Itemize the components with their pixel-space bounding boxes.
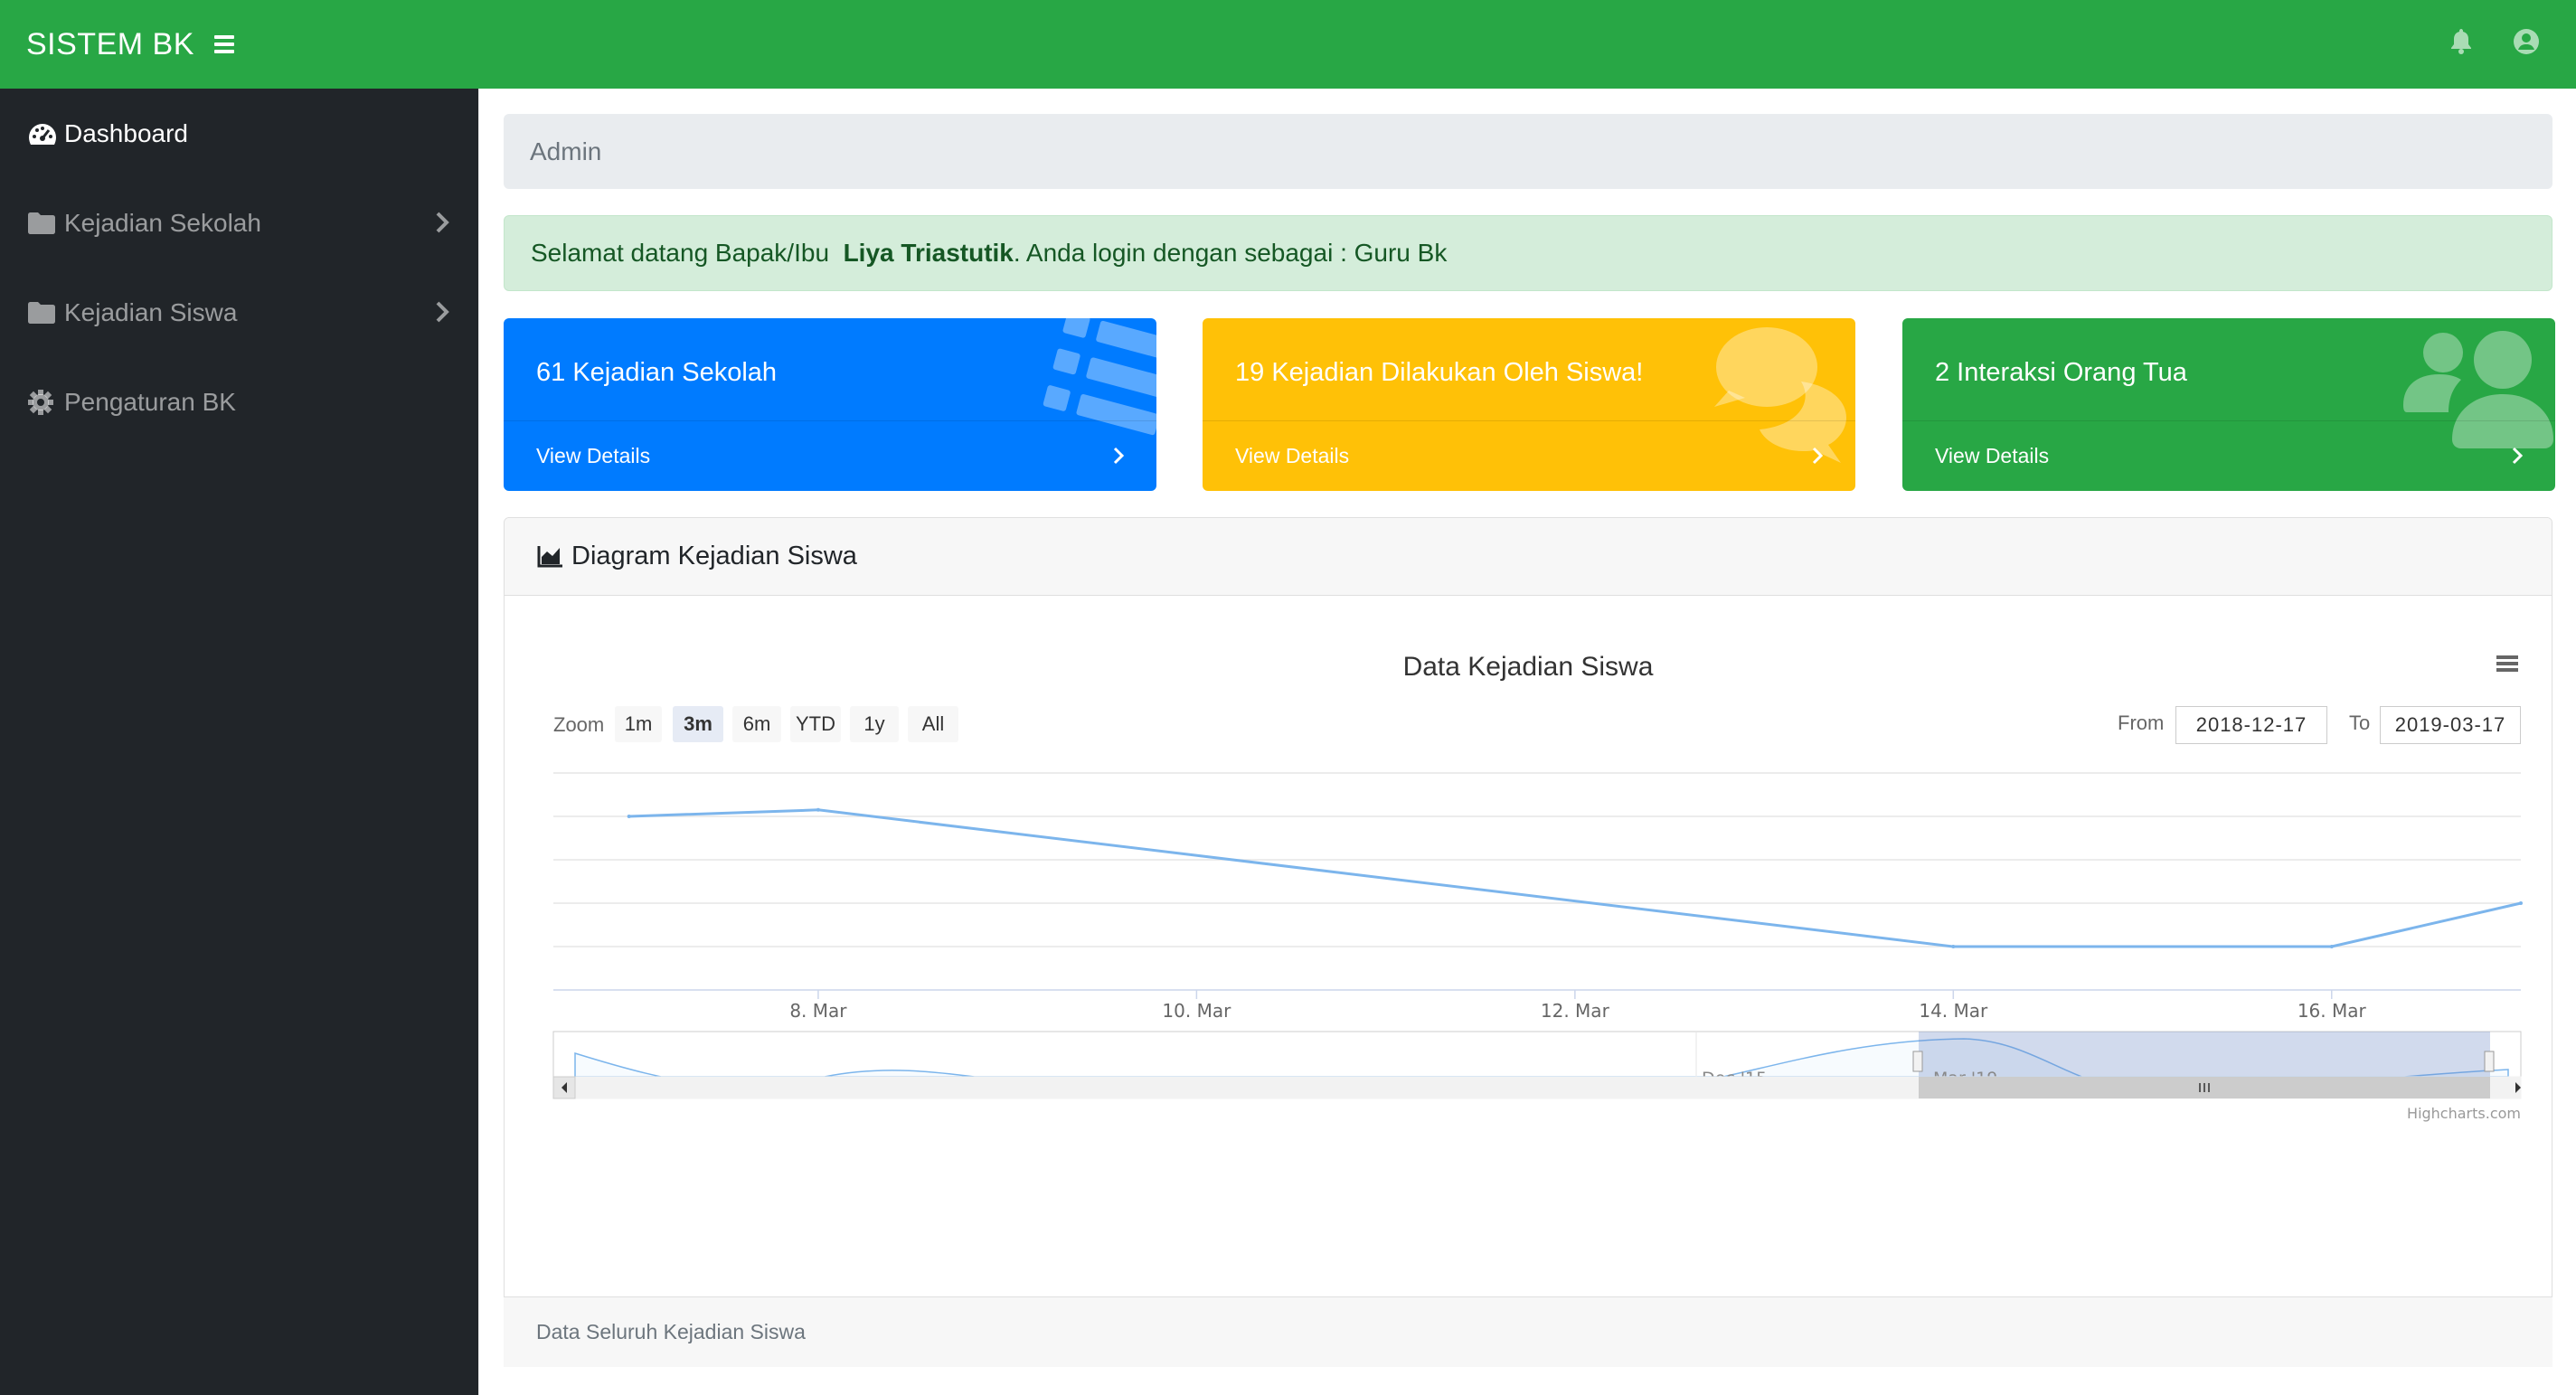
view-details-label: View Details: [536, 444, 651, 467]
area-chart-icon: [537, 545, 564, 569]
series-point: [1951, 945, 1956, 948]
chevron-right-icon: [1812, 447, 1823, 465]
series-line: [628, 808, 2522, 948]
welcome-alert: Selamat datang Bapak/Ibu Liya Triastutik…: [504, 215, 2552, 291]
x-tick-label: 8. Mar: [789, 1000, 847, 1022]
brand-title[interactable]: SISTEM BK: [26, 27, 194, 62]
sidebar-item-kejadian-siswa[interactable]: Kejadian Siswa: [0, 268, 478, 357]
chart-panel: Diagram Kejadian Siswa Data Kejadian Sis…: [504, 517, 2552, 1367]
to-date-input[interactable]: 2019-03-17: [2380, 706, 2521, 744]
alert-suffix: . Anda login dengan sebagai : Guru Bk: [1013, 239, 1448, 267]
chevron-right-icon: [1113, 447, 1124, 465]
panel-footer-wrap: Data Seluruh Kejadian Siswa: [504, 1296, 2552, 1367]
navigator-left-handle[interactable]: [1912, 1051, 1923, 1072]
to-label: To: [2349, 712, 2371, 734]
zoom-1m-button[interactable]: 1m: [615, 706, 662, 742]
chart-title: Data Kejadian Siswa: [1402, 652, 1654, 682]
credits-link[interactable]: Highcharts.com: [2407, 1105, 2521, 1122]
x-tick-label: 14. Mar: [1919, 1000, 1988, 1022]
zoom-ytd-button[interactable]: YTD: [790, 706, 841, 742]
export-menu-icon[interactable]: [2496, 652, 2519, 675]
sidebar-item-kejadian-sekolah[interactable]: Kejadian Sekolah: [0, 178, 478, 268]
zoom-1y-button[interactable]: 1y: [850, 706, 899, 742]
tachometer-icon: [28, 121, 57, 146]
sidebar-toggle-icon[interactable]: [213, 35, 234, 53]
breadcrumb: Admin: [504, 114, 2552, 189]
from-label: From: [2118, 712, 2165, 734]
sidebar-item-dashboard[interactable]: Dashboard: [0, 89, 478, 178]
view-details-link[interactable]: View Details: [1902, 420, 2555, 491]
zoom-6m-button[interactable]: 6m: [732, 706, 781, 742]
line-chart: 8. Mar10. Mar12. Mar14. Mar16. MarDec '1…: [552, 772, 2523, 1122]
main-content: Admin Selamat datang Bapak/Ibu Liya Tria…: [478, 89, 2576, 1395]
sidebar-item-label: Pengaturan BK: [64, 387, 236, 416]
gear-icon: [28, 389, 57, 415]
card-title: 2 Interaksi Orang Tua: [1935, 358, 2187, 387]
alert-prefix: Selamat datang Bapak/Ibu: [531, 239, 844, 267]
view-details-label: View Details: [1935, 444, 2050, 467]
x-tick-label: 16. Mar: [2298, 1000, 2367, 1022]
view-details-link[interactable]: View Details: [504, 420, 1156, 491]
view-details-label: View Details: [1235, 444, 1350, 467]
series-point: [2519, 901, 2523, 905]
series-point: [627, 815, 631, 818]
series-point: [2329, 945, 2334, 948]
chevron-right-icon: [2512, 447, 2523, 465]
panel-header: Diagram Kejadian Siswa: [505, 518, 2552, 596]
chevron-right-icon: [436, 301, 449, 323]
view-details-link[interactable]: View Details: [1203, 420, 1855, 491]
zoom-3m-button[interactable]: 3m: [673, 706, 723, 742]
from-date-input[interactable]: 2018-12-17: [2175, 706, 2327, 744]
sidebar-item-label: Kejadian Sekolah: [64, 208, 261, 237]
zoom-label: Zoom: [553, 713, 605, 736]
panel-title: Diagram Kejadian Siswa: [571, 542, 857, 570]
x-tick-label: 12. Mar: [1541, 1000, 1610, 1022]
navigator-right-handle[interactable]: [2484, 1051, 2495, 1072]
card-interaksi-orang-tua: 2 Interaksi Orang Tua View Details: [1902, 318, 2555, 491]
sidebar-item-label: Dashboard: [64, 118, 188, 147]
sidebar-item-pengaturan-bk[interactable]: Pengaturan BK: [0, 357, 478, 447]
zoom-all-button[interactable]: All: [908, 706, 958, 742]
card-title: 19 Kejadian Dilakukan Oleh Siswa!: [1235, 358, 1644, 387]
navigator-selected-range[interactable]: [1919, 1032, 2490, 1077]
panel-footer: Data Seluruh Kejadian Siswa: [504, 1296, 2552, 1367]
card-kejadian-sekolah: 61 Kejadian Sekolah View Details: [504, 318, 1156, 491]
x-tick-label: 10. Mar: [1162, 1000, 1231, 1022]
folder-icon: [28, 211, 57, 236]
user-circle-icon[interactable]: [2513, 27, 2540, 56]
top-navbar: SISTEM BK: [0, 0, 2576, 89]
chevron-right-icon: [436, 212, 449, 233]
card-kejadian-siswa: 19 Kejadian Dilakukan Oleh Siswa! View D…: [1203, 318, 1855, 491]
sidebar-item-label: Kejadian Siswa: [64, 297, 238, 326]
sidebar: Dashboard Kejadian Sekolah Kejadian Sisw…: [0, 89, 478, 1395]
card-title: 61 Kejadian Sekolah: [536, 358, 778, 387]
series-point: [816, 807, 820, 812]
bell-icon[interactable]: [2448, 27, 2475, 56]
folder-icon: [28, 300, 57, 325]
user-name: Liya Triastutik: [843, 239, 1014, 267]
